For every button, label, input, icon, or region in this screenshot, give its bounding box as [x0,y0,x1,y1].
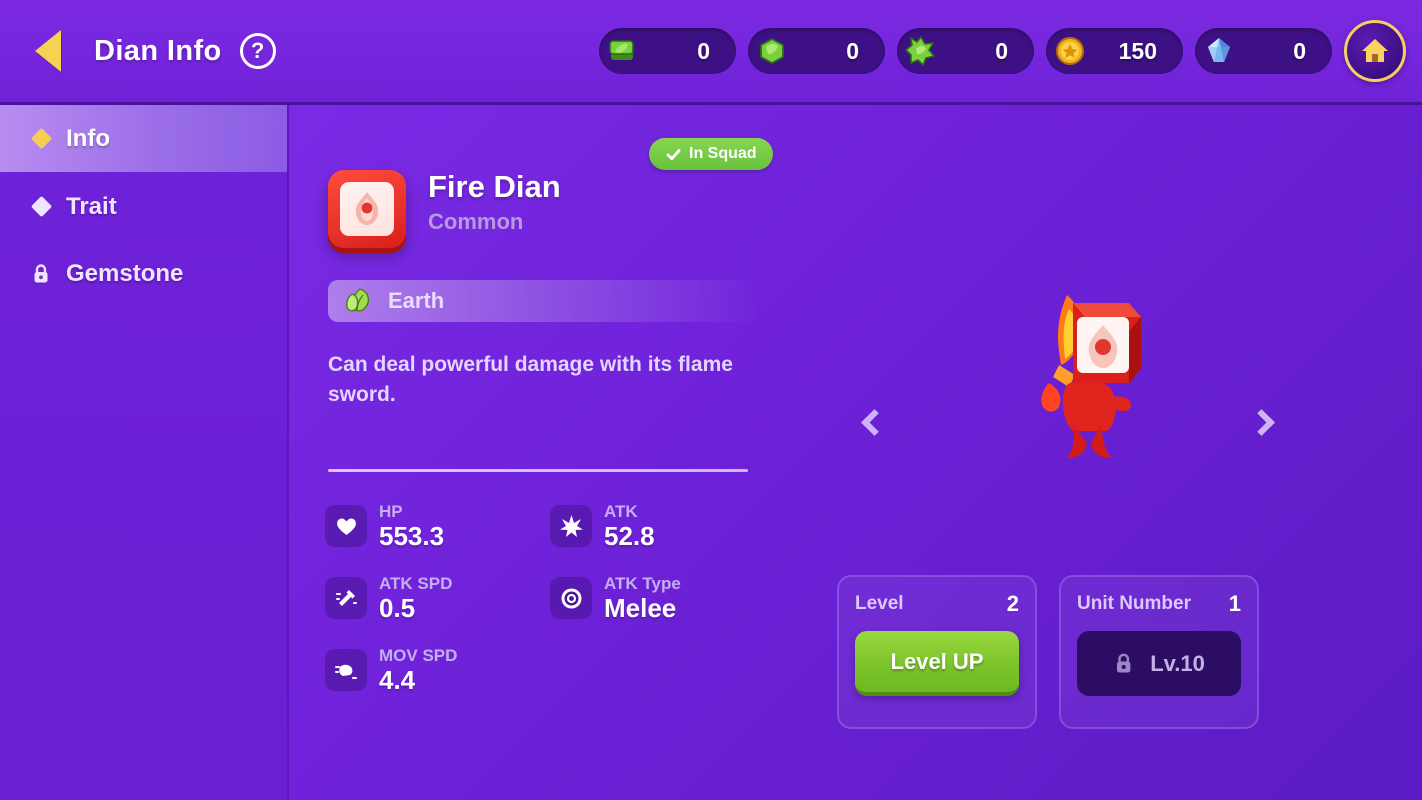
sidebar-item-label: Info [66,124,110,152]
bottom-panels: Level 2 Level UP Unit Number 1 Lv.10 [837,575,1259,729]
level-panel: Level 2 Level UP [837,575,1037,729]
sidebar-item-label: Gemstone [66,259,184,287]
character-name-block: Fire Dian Common [428,169,561,235]
top-header-bar: Dian Info ? 0 0 0 150 0 [0,0,1422,105]
leaf-icon [346,288,370,312]
unit-number-label: Unit Number [1077,593,1191,614]
level-value: 2 [1006,591,1019,616]
stat-label: ATK SPD [379,574,453,594]
sidebar-item-gemstone[interactable]: Gemstone [0,240,287,307]
currency-pill-diamond[interactable]: 0 [1195,28,1332,74]
back-button[interactable] [20,23,76,79]
main-content: Fire Dian Common In Squad Earth Can deal… [289,105,1422,800]
stat-row-mov-spd: MOV SPD 4.4 [325,646,457,694]
character-portrait[interactable] [328,170,406,248]
back-triangle-icon [35,30,61,72]
stat-row-atk: ATK 52.8 [550,502,681,550]
element-label: Earth [388,288,445,313]
home-icon [1362,39,1388,62]
move-speed-icon [325,649,367,692]
next-character-button[interactable] [1239,400,1283,444]
lock-icon [26,263,56,285]
currency-pill-star-burst[interactable]: 0 [897,28,1034,74]
stat-row-atk-type: ATK Type Melee [550,574,681,622]
level-up-label: Level UP [890,648,984,674]
stat-value: Melee [604,592,677,623]
stats-column-left: HP 553.3 ATK SPD 0.5 MOV SPD 4.4 [325,502,457,718]
sidebar-item-info[interactable]: Info [0,105,287,172]
character-rarity: Common [428,209,524,235]
unit-unlock-label: Lv.10 [1150,650,1205,676]
green-gem-icon [752,31,792,71]
stat-label: ATK Type [604,574,681,594]
currency-pill-gem[interactable]: 0 [748,28,885,74]
sidebar-nav: Info Trait Gemstone [0,105,289,800]
stat-row-atk-spd: ATK SPD 0.5 [325,574,457,622]
unit-number-panel: Unit Number 1 Lv.10 [1059,575,1259,729]
character-header: Fire Dian Common [328,169,561,248]
section-divider [328,469,748,472]
diamond-gold-icon [26,127,56,150]
currency-value: 0 [995,37,1008,64]
character-preview [809,225,1369,545]
check-icon [666,148,681,160]
prev-character-button[interactable] [852,400,896,444]
character-name: Fire Dian [428,169,561,204]
unit-unlock-button[interactable]: Lv.10 [1077,631,1241,696]
help-button[interactable]: ? [239,33,276,69]
unit-number-value: 1 [1228,591,1241,616]
character-description: Can deal powerful damage with its flame … [328,353,733,406]
stat-label: HP [379,502,403,521]
chevron-left-icon [860,408,888,436]
lock-icon [1117,653,1131,673]
attack-speed-icon [325,577,367,620]
element-bar: Earth [328,280,758,322]
gold-star-coin-icon [1050,31,1090,71]
stat-row-hp: HP 553.3 [325,502,457,550]
currency-pill-leaf-stack[interactable]: 0 [599,28,736,74]
currency-value: 0 [697,37,710,64]
green-star-burst-icon [901,31,941,71]
stat-value: 52.8 [604,520,655,551]
sidebar-item-trait[interactable]: Trait [0,173,287,240]
stats-column-right: ATK 52.8 ATK Type Melee [550,502,681,646]
level-up-button[interactable]: Level UP [855,631,1019,696]
chevron-right-icon [1247,408,1275,436]
heart-icon [325,505,367,548]
stat-label: MOV SPD [379,646,458,666]
status-badge-in-squad[interactable]: In Squad [649,138,773,170]
green-leaf-stack-icon [603,31,643,71]
stat-value: 4.4 [379,664,416,695]
page-title: Dian Info [94,34,222,67]
stat-label: ATK [604,502,638,521]
currency-value: 150 [1118,37,1157,64]
stat-value: 0.5 [379,592,416,623]
home-button[interactable] [1344,20,1406,82]
star-burst-icon [550,505,592,548]
currency-value: 0 [846,37,859,64]
fire-emblem-icon [340,182,394,236]
diamond-white-icon [26,195,56,218]
sidebar-item-label: Trait [66,192,117,220]
target-icon [550,577,592,620]
stat-value: 553.3 [379,520,445,551]
fire-dian-model[interactable] [989,265,1189,495]
squad-badge-label: In Squad [689,145,757,162]
currency-value: 0 [1293,37,1306,64]
currency-pill-gold-coin[interactable]: 150 [1046,28,1183,74]
level-label: Level [855,593,904,614]
blue-diamond-icon [1199,31,1239,71]
currency-bar: 0 0 0 150 0 [599,20,1422,82]
